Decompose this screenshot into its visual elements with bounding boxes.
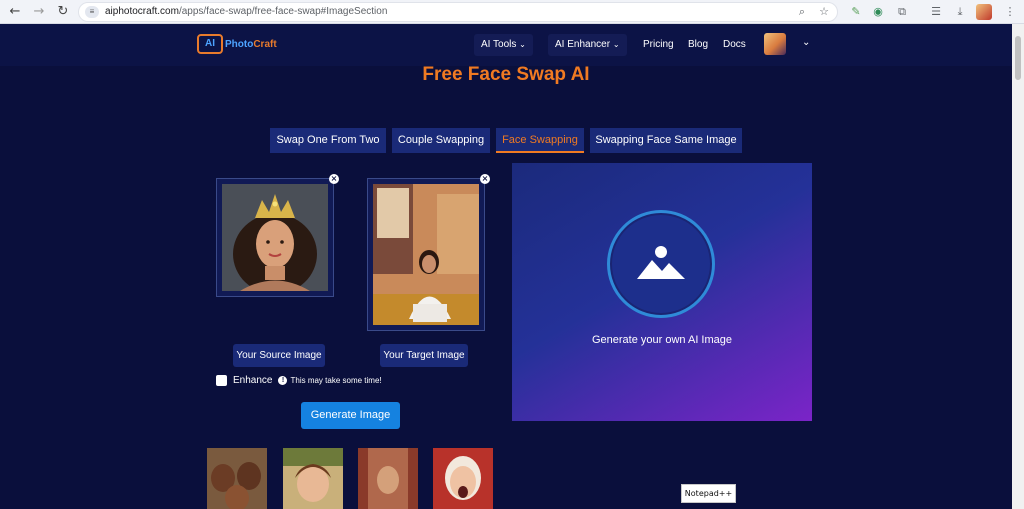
site-info-icon[interactable]: ≡ <box>85 6 99 18</box>
tab-swap-one-from-two[interactable]: Swap One From Two <box>270 128 386 153</box>
browser-toolbar: ← → ↻ ≡ aiphotocraft.com/apps/face-swap/… <box>0 0 1024 24</box>
logo[interactable]: AI PhotoCraft <box>197 33 277 55</box>
menu-kebab-icon[interactable]: ⋮ <box>1002 4 1018 20</box>
remove-target-icon[interactable]: × <box>480 174 490 184</box>
source-image-label[interactable]: Your Source Image <box>233 344 325 367</box>
logo-photo: Photo <box>225 38 254 50</box>
target-image-photo <box>373 184 479 325</box>
target-image-label[interactable]: Your Target Image <box>380 344 468 367</box>
download-icon[interactable]: ⤓ <box>952 4 968 20</box>
nav-blog[interactable]: Blog <box>688 34 708 56</box>
nav-ai-tools[interactable]: AI Tools ⌄ <box>474 34 533 56</box>
target-image-frame[interactable] <box>367 178 485 331</box>
scrollbar-thumb[interactable] <box>1015 36 1021 80</box>
remove-source-icon[interactable]: × <box>329 174 339 184</box>
target-image <box>373 184 479 325</box>
preview-placeholder <box>607 210 715 318</box>
extensions-puzzle-icon[interactable]: ⧉ <box>894 4 910 20</box>
source-image <box>222 184 328 291</box>
user-avatar[interactable] <box>764 33 786 55</box>
enhance-label: Enhance <box>233 374 273 386</box>
sample-photo-kids <box>207 448 267 509</box>
nav-pricing[interactable]: Pricing <box>643 34 674 56</box>
nav-ai-enhancer-label: AI Enhancer <box>555 39 611 50</box>
forward-icon[interactable]: → <box>30 3 48 21</box>
logo-text: PhotoCraft <box>225 39 277 50</box>
page-scrollbar[interactable] <box>1012 24 1024 509</box>
preview-text: Generate your own AI Image <box>591 334 733 346</box>
chevron-down-icon[interactable]: ⌄ <box>802 37 810 48</box>
grammarly-icon[interactable]: ◉ <box>870 4 886 20</box>
zoom-icon[interactable]: ⌕ <box>795 5 809 19</box>
address-bar[interactable]: ≡ aiphotocraft.com/apps/face-swap/free-f… <box>78 2 838 22</box>
info-icon: ! <box>278 375 288 385</box>
url-text: aiphotocraft.com/apps/face-swap/free-fac… <box>105 6 387 17</box>
generate-image-button[interactable]: Generate Image <box>301 402 400 429</box>
source-image-frame[interactable] <box>216 178 334 297</box>
image-placeholder-icon <box>637 246 685 279</box>
sample-thumbnail[interactable] <box>207 448 267 509</box>
extension-icon[interactable]: ✎ <box>848 4 864 20</box>
logo-badge: AI <box>197 34 223 54</box>
enhance-checkbox[interactable] <box>216 374 227 386</box>
enhance-note: This may take some time! <box>290 375 382 385</box>
tab-couple-swapping[interactable]: Couple Swapping <box>392 128 490 153</box>
profile-avatar-icon[interactable] <box>976 4 992 20</box>
sample-photo-portrait <box>358 448 418 509</box>
url-path: /apps/face-swap/free-face-swap#ImageSect… <box>178 6 388 17</box>
bookmark-star-icon[interactable]: ☆ <box>817 5 831 19</box>
chevron-down-icon: ⌄ <box>519 40 526 49</box>
tab-swapping-face-same-image[interactable]: Swapping Face Same Image <box>590 128 742 153</box>
enhance-row: Enhance ! This may take some time! <box>216 374 382 386</box>
tab-face-swapping[interactable]: Face Swapping <box>496 128 584 153</box>
taskbar-tooltip: Notepad++ <box>681 484 736 503</box>
result-preview-panel: Generate your own AI Image <box>512 163 812 421</box>
nav-docs[interactable]: Docs <box>723 34 746 56</box>
nav-ai-tools-label: AI Tools <box>481 39 517 50</box>
chevron-down-icon: ⌄ <box>612 40 620 49</box>
reading-list-icon[interactable]: ☰ <box>928 4 944 20</box>
page-title: Free Face Swap AI <box>422 64 590 85</box>
back-icon[interactable]: ← <box>6 3 24 21</box>
reload-icon[interactable]: ↻ <box>54 3 72 21</box>
sample-thumbnail[interactable] <box>433 448 493 509</box>
nav-ai-enhancer[interactable]: AI Enhancer ⌄ <box>548 34 627 56</box>
logo-craft: Craft <box>253 38 277 50</box>
site-header: AI PhotoCraft AI Tools ⌄ AI Enhancer ⌄ P… <box>0 24 1012 66</box>
sample-photo-surprised <box>433 448 493 509</box>
sample-photo-girl <box>283 448 343 509</box>
sample-thumbnail[interactable] <box>283 448 343 509</box>
sample-thumbnail[interactable] <box>358 448 418 509</box>
url-host: aiphotocraft.com <box>105 6 179 17</box>
source-image-photo <box>222 184 328 291</box>
